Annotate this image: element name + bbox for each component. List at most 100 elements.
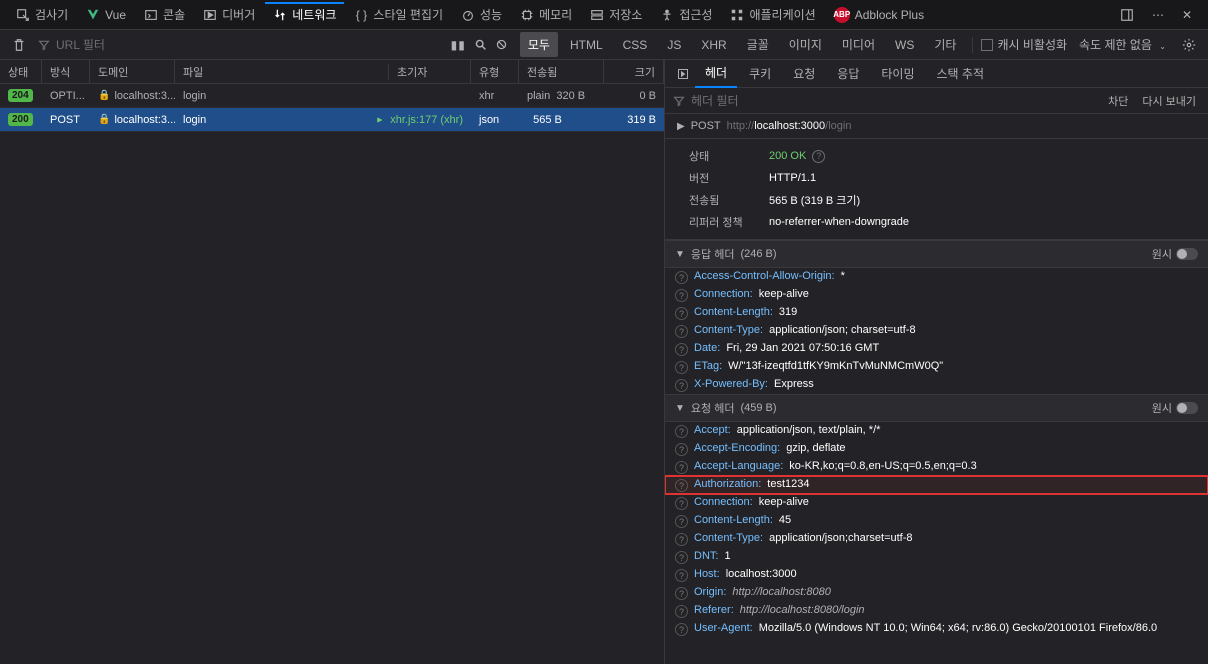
help-icon[interactable]: ? xyxy=(675,461,688,474)
block-action[interactable]: 차단 xyxy=(1104,93,1132,109)
response-headers-title[interactable]: ▼ 응답 헤더 (246 B) 원시 xyxy=(665,240,1208,268)
help-icon[interactable]: ? xyxy=(675,325,688,338)
debugger-icon xyxy=(203,8,217,22)
header-filter-bar: 헤더 필터 차단 다시 보내기 xyxy=(665,88,1208,114)
resend-action[interactable]: 다시 보내기 xyxy=(1138,93,1200,109)
disable-cache-checkbox[interactable]: 캐시 비활성화 xyxy=(981,36,1067,53)
filter-image[interactable]: 이미지 xyxy=(781,32,830,57)
th-domain[interactable]: 도메인 xyxy=(90,60,175,83)
help-icon[interactable]: ? xyxy=(675,515,688,528)
vue-tab[interactable]: Vue xyxy=(78,4,134,26)
header-value: gzip, deflate xyxy=(786,442,845,454)
th-status[interactable]: 상태 xyxy=(0,60,42,83)
table-row[interactable]: 200POST🔒localhost:3...loginxhr.js:177 (x… xyxy=(0,108,664,132)
checkbox-icon xyxy=(981,39,993,51)
help-icon[interactable]: ? xyxy=(675,443,688,456)
toggle-panel-icon[interactable] xyxy=(673,64,693,84)
header-row: ?Accept application/json, text/plain, */… xyxy=(665,422,1208,440)
help-icon[interactable]: ? xyxy=(675,605,688,618)
header-value: localhost:3000 xyxy=(726,568,797,580)
main-split: 상태 방식 도메인 파일 초기자 유형 전송됨 크기 204OPTI...🔒lo… xyxy=(0,60,1208,664)
help-icon[interactable]: ? xyxy=(675,623,688,636)
help-icon[interactable]: ? xyxy=(675,587,688,600)
memory-tab[interactable]: 메모리 xyxy=(512,2,580,27)
inspector-icon xyxy=(16,8,30,22)
memory-icon xyxy=(520,8,534,22)
header-value: Fri, 29 Jan 2021 07:50:16 GMT xyxy=(726,342,879,354)
help-icon[interactable]: ? xyxy=(675,379,688,392)
settings-button[interactable] xyxy=(1178,34,1200,56)
th-size[interactable]: 크기 xyxy=(604,60,664,83)
help-icon[interactable]: ? xyxy=(675,343,688,356)
header-value: * xyxy=(841,270,845,282)
performance-tab[interactable]: 성능 xyxy=(453,2,510,27)
request-summary[interactable]: ▶ POST http://localhost:3000/login xyxy=(665,114,1208,139)
header-row: ?DNT 1 xyxy=(665,548,1208,566)
filter-css[interactable]: CSS xyxy=(615,34,656,56)
th-method[interactable]: 방식 xyxy=(42,60,90,83)
network-tab[interactable]: 네트워크 xyxy=(265,2,344,27)
tab-request[interactable]: 요청 xyxy=(783,60,825,87)
header-filter-input[interactable]: 헤더 필터 xyxy=(691,92,739,109)
tab-stack[interactable]: 스택 추적 xyxy=(927,60,995,87)
header-value: keep-alive xyxy=(759,496,809,508)
filter-font[interactable]: 글꼴 xyxy=(739,32,777,57)
table-row[interactable]: 204OPTI...🔒localhost:3...loginxhrplain 3… xyxy=(0,84,664,108)
vue-icon xyxy=(86,8,100,22)
header-name: DNT xyxy=(694,550,718,562)
application-tab[interactable]: 애플리케이션 xyxy=(722,2,823,27)
style-editor-tab[interactable]: { } 스타일 편집기 xyxy=(346,2,451,27)
tab-response[interactable]: 응답 xyxy=(827,60,869,87)
console-tab[interactable]: 콘솔 xyxy=(136,2,193,27)
header-name: Access-Control-Allow-Origin xyxy=(694,270,835,282)
block-button[interactable] xyxy=(495,38,508,52)
request-headers-section: ▼ 요청 헤더 (459 B) 원시 ?Accept application/j… xyxy=(665,394,1208,638)
help-icon[interactable]: ? xyxy=(812,150,825,163)
search-button[interactable] xyxy=(474,38,487,52)
pause-button[interactable]: ▮▮ xyxy=(451,38,466,52)
debugger-tab[interactable]: 디버거 xyxy=(195,2,263,27)
filter-media[interactable]: 미디어 xyxy=(834,32,883,57)
dock-button[interactable] xyxy=(1112,4,1142,26)
accessibility-tab[interactable]: 접근성 xyxy=(652,2,720,27)
raw-toggle[interactable]: 원시 xyxy=(1152,246,1198,262)
collapse-icon: ▼ xyxy=(675,403,685,414)
th-transferred[interactable]: 전송됨 xyxy=(519,60,604,83)
adblock-tab[interactable]: ABP Adblock Plus xyxy=(826,3,932,27)
header-value: http://localhost:8080/login xyxy=(740,604,865,616)
help-icon[interactable]: ? xyxy=(675,569,688,582)
filter-other[interactable]: 기타 xyxy=(926,32,964,57)
help-icon[interactable]: ? xyxy=(675,289,688,302)
tab-cookies[interactable]: 쿠키 xyxy=(739,60,781,87)
request-headers-title[interactable]: ▼ 요청 헤더 (459 B) 원시 xyxy=(665,394,1208,422)
details-panel: 헤더 쿠키 요청 응답 타이밍 스택 추적 헤더 필터 차단 다시 보내기 ▶ … xyxy=(665,60,1208,664)
help-icon[interactable]: ? xyxy=(675,551,688,564)
url-filter-input[interactable]: URL 필터 xyxy=(38,36,238,53)
close-button[interactable]: ✕ xyxy=(1174,4,1200,26)
help-icon[interactable]: ? xyxy=(675,307,688,320)
help-icon[interactable]: ? xyxy=(675,479,688,492)
clear-button[interactable] xyxy=(8,34,30,56)
help-icon[interactable]: ? xyxy=(675,361,688,374)
help-icon[interactable]: ? xyxy=(675,533,688,546)
tab-headers[interactable]: 헤더 xyxy=(695,60,737,88)
filter-ws[interactable]: WS xyxy=(887,34,922,56)
tab-timing[interactable]: 타이밍 xyxy=(871,60,924,87)
header-name: Authorization xyxy=(694,478,761,490)
help-icon[interactable]: ? xyxy=(675,271,688,284)
throttle-dropdown[interactable]: 속도 제한 없음 ⌄ xyxy=(1071,32,1174,57)
filter-js[interactable]: JS xyxy=(659,34,689,56)
header-name: X-Powered-By xyxy=(694,378,768,390)
inspector-tab[interactable]: 검사기 xyxy=(8,2,76,27)
filter-xhr[interactable]: XHR xyxy=(693,34,734,56)
storage-tab[interactable]: 저장소 xyxy=(582,2,650,27)
raw-toggle[interactable]: 원시 xyxy=(1152,400,1198,416)
help-icon[interactable]: ? xyxy=(675,425,688,438)
th-type[interactable]: 유형 xyxy=(471,60,519,83)
filter-html[interactable]: HTML xyxy=(562,34,611,56)
help-icon[interactable]: ? xyxy=(675,497,688,510)
th-file[interactable]: 파일 초기자 xyxy=(175,60,471,83)
filter-all[interactable]: 모두 xyxy=(520,32,558,57)
more-button[interactable]: ⋯ xyxy=(1144,4,1172,26)
header-row: ? Access-Control-Allow-Origin * xyxy=(665,268,1208,286)
